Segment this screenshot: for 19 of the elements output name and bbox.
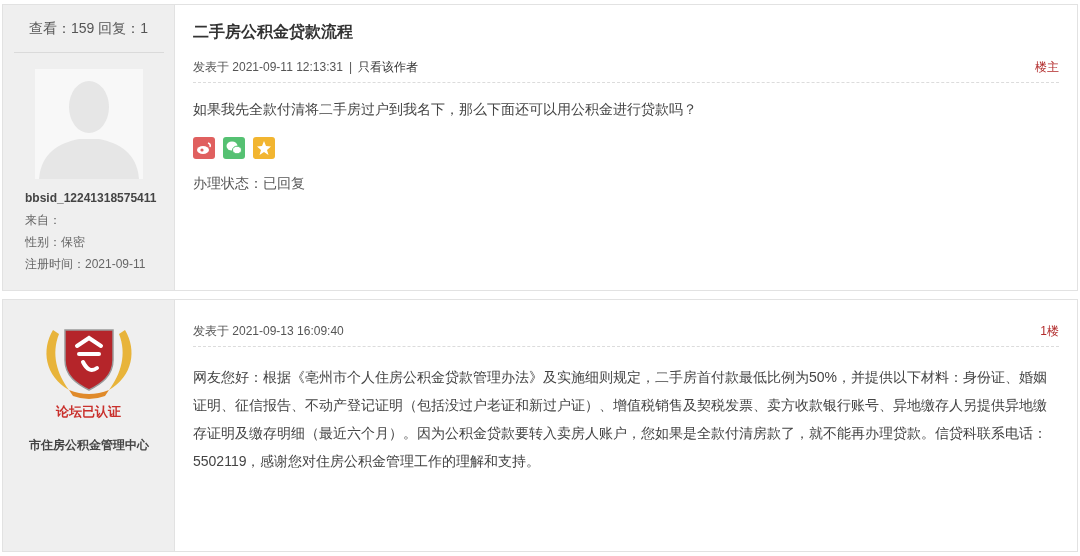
post-body: 网友您好：根据《亳州市个人住房公积金贷款管理办法》及实施细则规定，二手房首付款最低比例为50%，并提供以下材料：身份证、婚姻证明、征信报告、不动产登记证明（包括没过户老证和新过户证）、增值税销售及契税发票、卖方收款银行账号、异地缴存人另提供异地缴存证明及缴存明细（最近六个月）。因为公积金贷款要转入卖房人账户，您如果是全款付清房款了，就不能再办理贷款。信贷科联系电话：5502119，感谢您对住房公积金管理工作的理解和支持。: [193, 368, 1049, 471]
post-body: 如果我先全款付清将二手房过户到我名下，那么下面还可以用公积金进行贷款吗？: [193, 100, 698, 119]
thread-title: 二手房公积金贷款流程: [193, 22, 354, 43]
floor-label: 楼主: [1035, 59, 1059, 76]
author-name[interactable]: 市住房公积金管理中心: [28, 435, 149, 454]
floor-label: 1楼: [1040, 323, 1059, 340]
badge-caption: 论坛已认证: [56, 403, 121, 421]
view-reply-count: 查看：159 回复：1: [28, 19, 148, 38]
author-only-link[interactable]: 只看该作者: [358, 58, 418, 76]
post-time: 发表于 2021-09-13 16:09:40: [193, 323, 344, 340]
author-info: 性别：保密: [25, 234, 86, 251]
author-name[interactable]: bbsid_12241318575411: [25, 187, 174, 209]
handling-status: 办理状态：已回复: [193, 174, 306, 193]
post-time: 发表于 2021-09-11 12:13:31: [193, 59, 343, 76]
separator: |: [348, 59, 352, 76]
share-wechat-icon[interactable]: [223, 137, 245, 159]
author-info: 来自：: [25, 212, 62, 229]
share-weibo-icon[interactable]: [193, 137, 215, 159]
author-info: 注册时间：2021-09-11: [25, 256, 147, 273]
